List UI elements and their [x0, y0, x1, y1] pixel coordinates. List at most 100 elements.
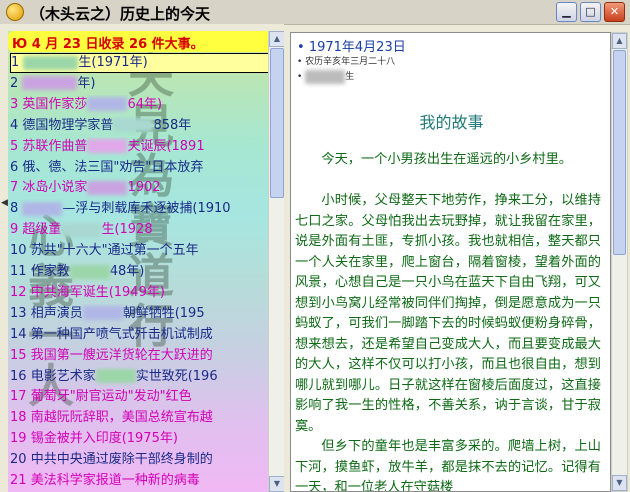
event-list[interactable]: 夫見為寶道行 心義一人 Ю 4 月 23 日收录 26 件大事。 1 生(197… — [8, 31, 284, 492]
item-text: 生(1971年) — [78, 55, 148, 70]
window-title: （木头云之）历史上的今天 — [30, 5, 211, 23]
close-button[interactable]: ✕ — [604, 2, 625, 22]
item-text-tail: 1902 — [127, 180, 161, 196]
scroll-up-button[interactable]: ▲ — [269, 31, 284, 47]
scroll-down-button[interactable]: ▼ — [269, 476, 284, 492]
redacted-text — [113, 118, 154, 133]
item-number: 14 — [10, 326, 27, 342]
item-number: 18 — [10, 410, 27, 426]
item-text-tail: 858年 — [153, 117, 192, 133]
scroll-up-button[interactable]: ▲ — [612, 33, 627, 49]
redacted-text — [82, 306, 123, 321]
list-item[interactable]: 5 苏联作曲普 夫诞辰(1891 — [10, 137, 284, 157]
list-item[interactable]: 6 俄、德、法三国"劝告"日本放弃 — [10, 158, 284, 178]
item-number: 16 — [10, 368, 27, 384]
maximize-button[interactable]: □ — [580, 2, 601, 22]
list-item[interactable]: 8 —浮与刺载库禾逐被捕(1910 — [10, 199, 284, 219]
item-text: 我国第一艘远洋货轮在大跃进的 — [30, 347, 213, 363]
item-number: 12 — [10, 284, 27, 300]
item-text: 苏共"十六大"通过第一个五年 — [30, 243, 199, 259]
item-text: 苏联作曲普 — [22, 138, 88, 154]
item-text: 冰岛小说家 — [22, 180, 88, 196]
minimize-button[interactable]: ▁ — [556, 2, 577, 22]
list-item[interactable]: 18 南越阮阮辞职，美国总统宣布越 — [10, 408, 284, 428]
list-item[interactable]: 13 相声演员 朝鲜牺牲(195 — [10, 304, 284, 324]
story-paragraph: 但乡下的童年也是丰富多采的。爬墙上树，上山下河，摸鱼虾，放牛羊，都是抹不去的记忆… — [295, 439, 601, 492]
redacted-text — [95, 369, 136, 383]
list-item[interactable]: 20 中共中央通过废除干部终身制的 — [10, 450, 284, 470]
list-item[interactable]: 16 电影艺术家 实世致死(196 — [10, 367, 284, 387]
detail-panel: • 1971年4月23日 • 农历辛亥年三月二十八 • 生 我的故事 今天，一个… — [290, 32, 611, 492]
redacted-text — [61, 222, 102, 237]
list-item[interactable]: 3 英国作家莎 64年) — [10, 95, 284, 115]
redacted-text — [305, 69, 346, 84]
scroll-thumb[interactable] — [613, 50, 626, 255]
lunar-date: • 农历辛亥年三月二十八 — [297, 57, 396, 67]
scroll-down-button[interactable]: ▼ — [612, 475, 627, 491]
item-text: 英国作家莎 — [22, 96, 88, 112]
redacted-text — [87, 97, 128, 112]
story-paragraph: 今天，一个小男孩出生在遥远的小乡村里。 — [321, 152, 572, 167]
list-item[interactable]: 10 苏共"十六大"通过第一个五年 — [10, 241, 284, 261]
item-number: 4 — [10, 117, 19, 133]
item-number: 6 — [10, 159, 19, 175]
item-text-tail: 实世致死(196 — [135, 368, 218, 384]
list-item[interactable]: 17 葡萄牙"尉官运动"发动"红色 — [10, 387, 284, 407]
item-text: 电影艺术家 — [30, 368, 96, 384]
item-number: 9 — [10, 222, 19, 238]
item-number: 1 — [11, 55, 20, 70]
item-text: 第一种国产喷气式歼击机试制成 — [30, 326, 213, 342]
list-item[interactable]: 11 作家教 48年) — [10, 262, 284, 282]
item-text: 超级童 — [22, 222, 62, 238]
redacted-text — [23, 55, 79, 70]
redacted-text — [22, 201, 63, 216]
list-item[interactable]: 2 年) — [10, 74, 284, 94]
redacted-text — [87, 180, 128, 195]
item-number: 17 — [10, 389, 27, 405]
list-item[interactable]: 1 生(1971年) — [10, 53, 272, 73]
event-date: • 1971年4月23日 — [297, 40, 406, 55]
item-text: 葡萄牙"尉官运动"发动"红色 — [30, 389, 192, 405]
item-number: 15 — [10, 347, 27, 363]
item-text-tail: 48年) — [109, 264, 145, 279]
item-number: 11 — [10, 264, 27, 279]
item-number: 7 — [10, 180, 19, 196]
list-item[interactable]: 4 德国物理学家普 858年 — [10, 116, 284, 136]
list-item[interactable]: 21 美法科学家报道一种新的病毒 — [10, 471, 284, 491]
story-title: 我的故事 — [419, 113, 484, 132]
collapse-left-icon[interactable]: ◀ — [1, 198, 8, 208]
list-scrollbar[interactable]: ▲ ▼ — [268, 31, 284, 492]
item-number: 13 — [10, 305, 27, 321]
item-text: 年) — [77, 75, 96, 91]
list-item[interactable]: 9 超级童 生(1928 — [10, 220, 284, 240]
list-item[interactable]: 14 第一种国产喷气式歼击机试制成 — [10, 325, 284, 345]
list-item[interactable]: 19 锡金被并入印度(1975年) — [10, 429, 284, 449]
item-number: 2 — [10, 75, 19, 91]
item-text: 中共中央通过废除干部终身制的 — [30, 452, 213, 468]
item-text: 德国物理学家普 — [22, 117, 114, 133]
list-item[interactable]: 15 我国第一艘远洋货轮在大跃进的 — [10, 346, 284, 366]
item-text: 锡金被并入印度(1975年) — [30, 431, 178, 447]
item-text: 中共海军诞生(1949年) — [30, 284, 165, 300]
story-paragraph: 小时候，父母整天下地劳作，挣来工分，以维持七口之家。父母怕我出去玩野掉，就让我留… — [295, 193, 601, 434]
item-text: 作家教 — [30, 264, 70, 279]
list-header: Ю 4 月 23 日收录 26 件大事。 — [8, 31, 284, 52]
title-bar: （木头云之）历史上的今天 ▁ □ ✕ — [0, 0, 630, 25]
item-text: 俄、德、法三国"劝告"日本放弃 — [22, 159, 204, 175]
scroll-thumb[interactable] — [270, 48, 284, 198]
item-text: 南越阮阮辞职，美国总统宣布越 — [30, 410, 213, 426]
list-item[interactable]: 7 冰岛小说家 1902 — [10, 178, 284, 198]
item-text: 相声演员 — [30, 305, 83, 321]
item-number: 3 — [10, 96, 19, 112]
item-number: 10 — [10, 243, 27, 259]
redacted-text — [69, 264, 110, 279]
item-text-tail: 生(1928 — [101, 222, 153, 238]
item-number: 19 — [10, 431, 27, 447]
item-number: 21 — [10, 473, 27, 488]
list-item[interactable]: 12 中共海军诞生(1949年) — [10, 283, 284, 303]
detail-scrollbar[interactable]: ▲ ▼ — [611, 32, 628, 492]
item-number: 20 — [10, 452, 27, 468]
item-text-tail: 夫诞辰(1891 — [127, 138, 205, 154]
item-number: 8 — [10, 201, 19, 217]
event-subject: • 生 — [297, 69, 354, 84]
